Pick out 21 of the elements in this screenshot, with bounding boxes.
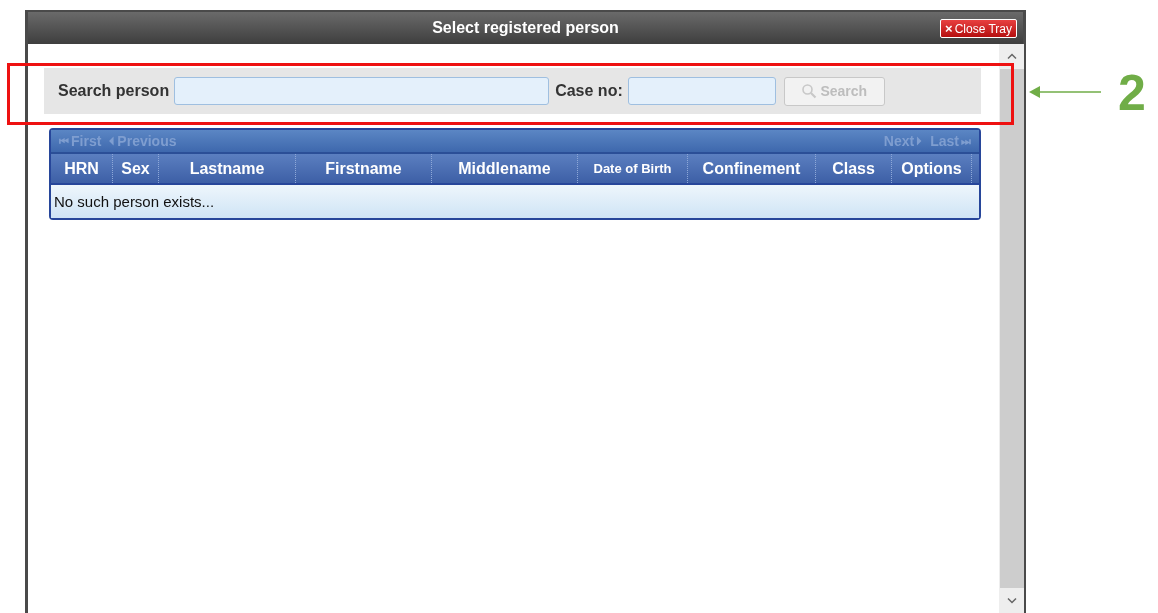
annotation-number: 2 <box>1118 68 1146 118</box>
column-header[interactable]: Confinement <box>688 154 816 183</box>
arrow-icon <box>1029 85 1101 99</box>
scroll-up-icon[interactable] <box>1006 53 1017 60</box>
column-header[interactable]: Firstname <box>296 154 432 183</box>
column-header[interactable]: Sex <box>113 154 159 183</box>
column-header[interactable]: Date of Birth <box>578 154 688 183</box>
search-person-label: Search person <box>58 82 170 100</box>
column-header[interactable]: Options <box>892 154 972 183</box>
close-tray-button[interactable]: ×Close Tray <box>940 19 1017 38</box>
window-title: Select registered person <box>432 19 619 37</box>
search-icon <box>801 83 818 99</box>
case-no-field[interactable] <box>627 77 776 105</box>
column-header[interactable]: Class <box>816 154 892 183</box>
column-header[interactable]: Lastname <box>159 154 296 183</box>
column-header[interactable]: HRN <box>51 154 113 183</box>
case-no-label: Case no: <box>555 82 623 100</box>
search-person-field[interactable] <box>174 77 550 105</box>
empty-message: No such person exists... <box>51 185 979 218</box>
scroll-down-icon[interactable] <box>1006 597 1017 604</box>
column-header[interactable]: Middlename <box>432 154 578 183</box>
